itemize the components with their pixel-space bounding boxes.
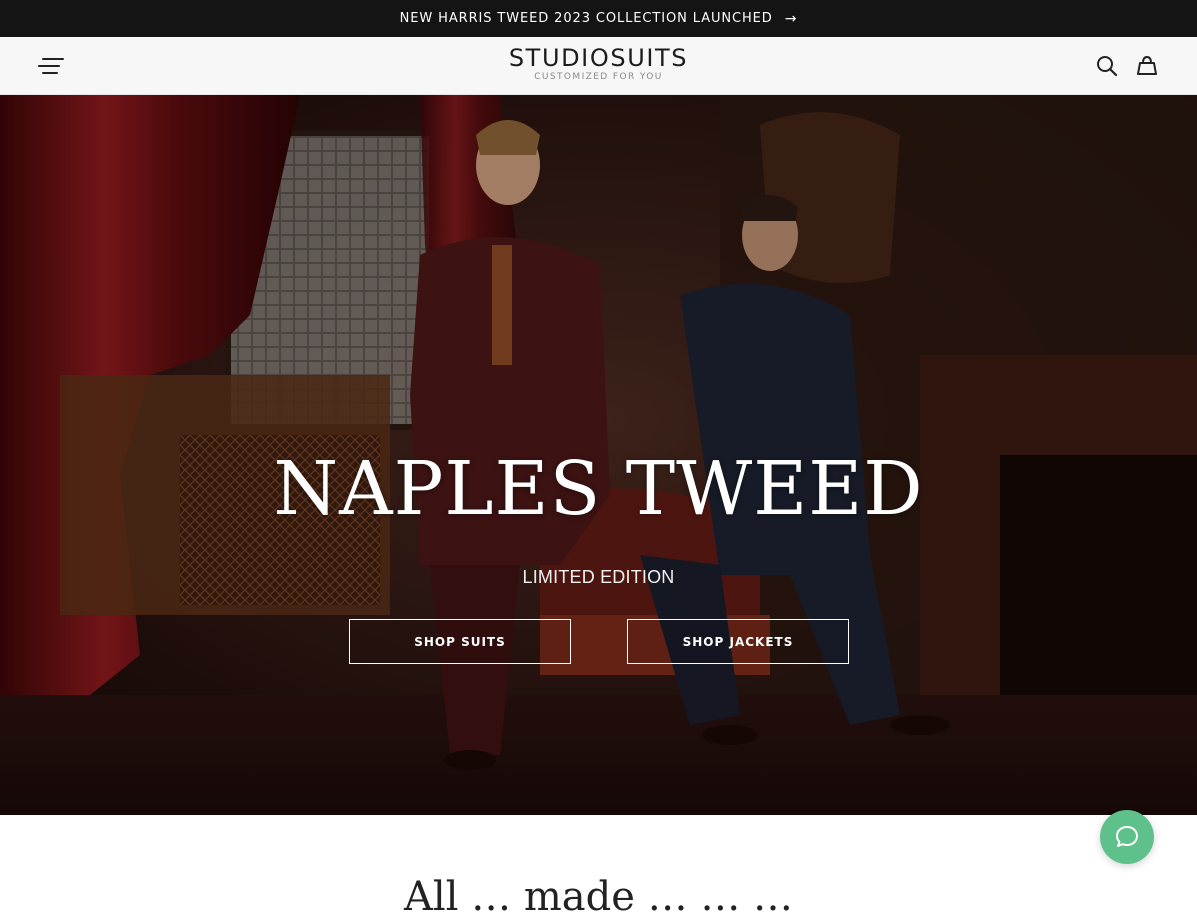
hero-subtitle: LIMITED EDITION [522,567,675,587]
shopping-bag-icon[interactable] [1134,53,1160,79]
shop-suits-button[interactable]: SHOP SUITS [349,619,571,664]
shop-jackets-button[interactable]: SHOP JACKETS [627,619,849,664]
section-heading: All … made … … … [403,874,794,920]
chat-button[interactable] [1100,810,1154,864]
hero-title: NAPLES TWEED [273,446,924,532]
chat-bubble-icon [1116,826,1138,847]
search-icon[interactable] [1094,53,1120,79]
site-header: STUDIOSUITS CUSTOMIZED FOR YOU [0,37,1197,95]
brand-tagline: CUSTOMIZED FOR YOU [534,72,663,82]
brand-name[interactable]: STUDIOSUITS [0,44,1197,72]
hero-banner: NAPLES TWEED LIMITED EDITION SHOP SUITS … [0,95,1197,815]
arrow-right-icon[interactable]: → [785,11,798,27]
announcement-text[interactable]: NEW HARRIS TWEED 2023 COLLECTION LAUNCHE… [400,11,773,26]
announcement-bar[interactable]: NEW HARRIS TWEED 2023 COLLECTION LAUNCHE… [0,0,1197,37]
logo[interactable]: STUDIOSUITS CUSTOMIZED FOR YOU [0,44,1197,83]
